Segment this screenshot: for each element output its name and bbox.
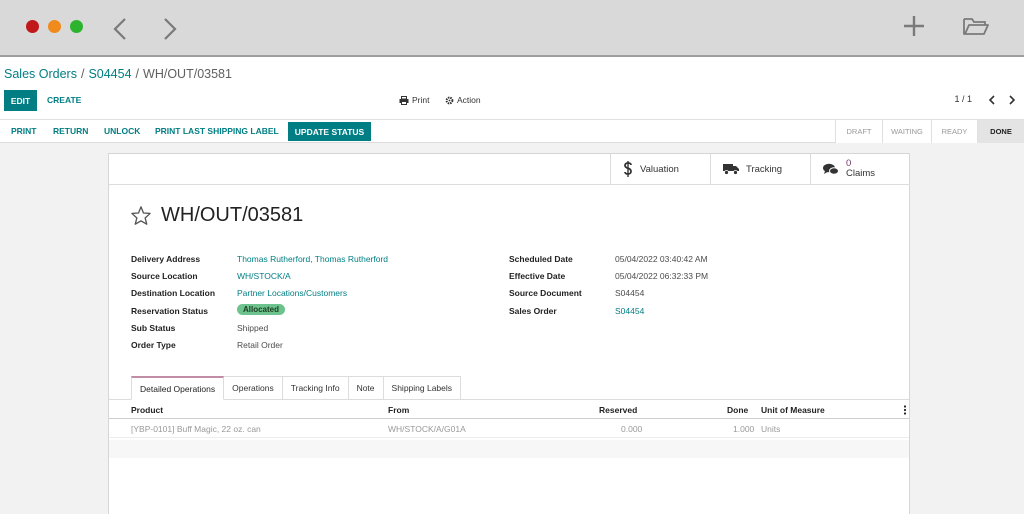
breadcrumb-separator: / <box>80 67 85 81</box>
tab-note[interactable]: Note <box>348 376 384 400</box>
column-unit-of-measure[interactable]: Unit of Measure <box>761 405 825 415</box>
status-bar: PRINT RETURN UNLOCK PRINT LAST SHIPPING … <box>0 119 1024 143</box>
stage-ready[interactable]: READY <box>931 120 977 143</box>
source-document-value: S04454 <box>615 288 645 298</box>
breadcrumb-current: WH/OUT/03581 <box>143 67 232 81</box>
close-window-button[interactable] <box>26 20 39 33</box>
browser-chrome <box>0 0 1024 57</box>
valuation-label: Valuation <box>640 163 679 175</box>
folder-open-icon[interactable] <box>962 15 990 37</box>
destination-location-label: Destination Location <box>131 288 216 298</box>
back-arrow-icon[interactable] <box>112 17 128 41</box>
table-header: Product From Reserved Done Unit of Measu… <box>109 400 909 419</box>
control-panel: Sales Orders / S04454/WH/OUT/03581 EDIT CR… <box>0 57 1024 143</box>
return-button[interactable]: RETURN <box>53 126 88 136</box>
reservation-status-badge: Allocated <box>237 304 286 315</box>
record-header: WH/OUT/03581 <box>131 204 303 227</box>
gear-icon <box>445 96 454 104</box>
cell-done: 1.000 <box>733 424 755 434</box>
claims-label: Claims <box>846 168 876 179</box>
column-product[interactable]: Product <box>131 405 163 415</box>
unlock-button[interactable]: UNLOCK <box>104 126 140 136</box>
scheduled-date-value: 05/04/2022 03:40:42 AM <box>615 254 708 264</box>
stage-waiting[interactable]: WAITING <box>882 120 931 143</box>
comments-icon <box>823 163 839 175</box>
print-last-shipping-label-button[interactable]: PRINT LAST SHIPPING LABEL <box>155 126 279 136</box>
claims-button[interactable]: 0 Claims <box>810 154 910 185</box>
forward-arrow-icon[interactable] <box>162 17 178 41</box>
tab-shipping-labels[interactable]: Shipping Labels <box>383 376 462 400</box>
delivery-address-label: Delivery Address <box>131 254 201 264</box>
column-reserved[interactable]: Reserved <box>599 405 637 415</box>
scheduled-date-label: Scheduled Date <box>509 254 573 264</box>
effective-date-value: 05/04/2022 06:32:33 PM <box>615 271 709 281</box>
truck-icon <box>723 164 739 175</box>
cell-product: [YBP-0101] Buff Magic, 22 oz. can <box>131 424 261 434</box>
maximize-window-button[interactable] <box>70 20 83 33</box>
sales-order-value[interactable]: S04454 <box>615 306 644 316</box>
effective-date-label: Effective Date <box>509 271 566 281</box>
sub-status-value: Shipped <box>237 323 269 333</box>
action-label: Action <box>457 95 481 105</box>
stage-done[interactable]: DONE <box>977 120 1024 143</box>
sub-status-label: Sub Status <box>131 323 176 333</box>
pager-previous-icon[interactable] <box>988 95 996 105</box>
tab-operations[interactable]: Operations <box>224 376 283 400</box>
cell-from: WH/STOCK/A/G01A <box>388 424 466 434</box>
table-empty-row <box>109 440 909 458</box>
valuation-button[interactable]: Valuation <box>610 154 710 185</box>
column-from[interactable]: From <box>388 405 409 415</box>
order-type-value: Retail Order <box>237 340 283 350</box>
print-button[interactable]: PRINT <box>11 126 37 136</box>
reservation-status-label: Reservation Status <box>131 306 208 316</box>
tracking-label: Tracking <box>746 163 783 175</box>
delivery-address-value[interactable]: Thomas Rutherford, Thomas Rutherford <box>237 254 388 264</box>
tab-detailed-operations[interactable]: Detailed Operations <box>131 376 225 400</box>
source-location-label: Source Location <box>131 271 198 281</box>
breadcrumb-sales-orders[interactable]: Sales Orders <box>4 67 77 81</box>
create-button[interactable]: CREATE <box>47 95 81 105</box>
table-row[interactable]: [YBP-0101] Buff Magic, 22 oz. can WH/STO… <box>109 419 909 438</box>
source-document-label: Source Document <box>509 288 582 298</box>
record-title: WH/OUT/03581 <box>161 204 304 226</box>
new-tab-plus-icon[interactable] <box>903 15 925 37</box>
notebook-tabs: Detailed Operations Operations Tracking … <box>131 376 462 400</box>
tracking-button[interactable]: Tracking <box>710 154 810 185</box>
tab-tracking-info[interactable]: Tracking Info <box>282 376 349 400</box>
source-location-value[interactable]: WH/STOCK/A <box>237 271 291 281</box>
stage-pipeline: DRAFT WAITING READY DONE <box>835 120 1024 143</box>
stage-draft[interactable]: DRAFT <box>835 120 882 143</box>
star-icon[interactable] <box>131 206 151 225</box>
destination-location-value[interactable]: Partner Locations/Customers <box>237 288 347 298</box>
column-options-icon[interactable] <box>903 405 907 415</box>
cell-reserved: 0.000 <box>621 424 643 434</box>
breadcrumb-sale-order[interactable]: S04454 <box>88 67 131 81</box>
print-menu-button[interactable]: Print <box>399 95 429 105</box>
edit-button[interactable]: EDIT <box>4 90 37 111</box>
cell-unit: Units <box>761 424 781 434</box>
pager-next-icon[interactable] <box>1008 95 1016 105</box>
action-menu-button[interactable]: Action <box>445 95 481 105</box>
breadcrumb: Sales Orders / S04454/WH/OUT/03581 <box>4 67 232 81</box>
breadcrumb-separator: / <box>135 67 140 81</box>
column-done[interactable]: Done <box>727 405 748 415</box>
print-label: Print <box>412 95 430 105</box>
printer-icon <box>399 95 409 105</box>
pager-value[interactable]: 1 / 1 <box>954 94 972 104</box>
sales-order-label: Sales Order <box>509 306 557 316</box>
order-type-label: Order Type <box>131 340 176 350</box>
minimize-window-button[interactable] <box>48 20 61 33</box>
dollar-icon <box>624 161 632 177</box>
update-status-button[interactable]: UPDATE STATUS <box>288 122 371 141</box>
form-sheet: Valuation Tracking 0 Claims WH/OUT/03581… <box>108 153 910 514</box>
